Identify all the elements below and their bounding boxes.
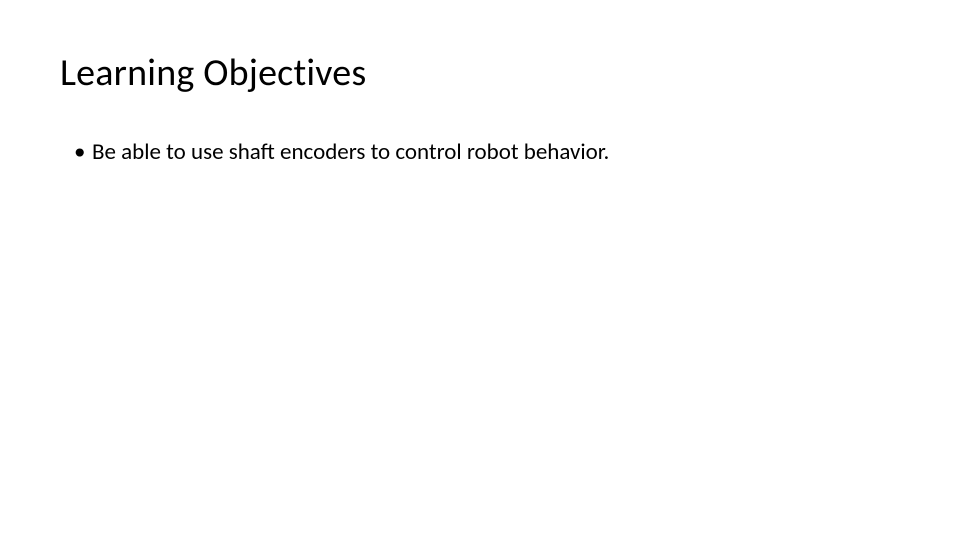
slide-container: Learning Objectives Be able to use shaft… (0, 0, 960, 540)
slide-title: Learning Objectives (60, 50, 900, 96)
bullet-list: Be able to use shaft encoders to control… (60, 136, 900, 168)
list-item: Be able to use shaft encoders to control… (78, 136, 900, 168)
